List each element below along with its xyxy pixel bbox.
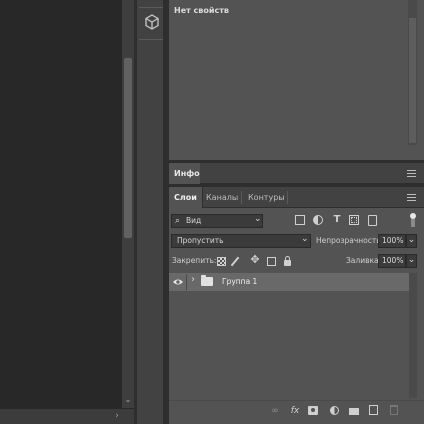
search-icon: ⌕ xyxy=(175,216,181,226)
type-layer-filter-icon[interactable]: T xyxy=(331,214,343,226)
chevron-down-icon: ⌄ xyxy=(301,234,309,244)
tab-channels[interactable]: Каналы xyxy=(201,187,243,208)
panel-menu-icon[interactable] xyxy=(407,194,416,201)
canvas-vertical-scroll-thumb[interactable] xyxy=(124,58,132,238)
adjustment-layer-icon[interactable] xyxy=(330,406,339,415)
opacity-label: Непрозрачность: xyxy=(316,236,384,245)
fill-label: Заливка: xyxy=(346,256,382,265)
panel-menu-icon[interactable] xyxy=(407,170,416,177)
adjustment-layer-filter-icon[interactable] xyxy=(313,215,323,225)
shape-layer-filter-icon[interactable] xyxy=(349,215,359,225)
blend-mode-select[interactable]: Пропустить ⌄ xyxy=(171,234,311,248)
folder-icon xyxy=(201,275,213,286)
eye-icon[interactable] xyxy=(172,277,184,287)
blend-mode-value: Пропустить xyxy=(177,236,224,245)
fill-dropdown-chevron-icon[interactable]: ⌄ xyxy=(406,254,417,268)
chevron-down-icon: ⌄ xyxy=(254,214,262,224)
lock-transparent-pixels-icon[interactable] xyxy=(217,257,226,266)
properties-empty-label: Нет свойств xyxy=(174,6,229,15)
properties-scroll-thumb[interactable] xyxy=(409,18,416,143)
info-panel-header xyxy=(169,163,424,184)
strip-separator xyxy=(139,7,163,8)
opacity-dropdown-chevron-icon[interactable]: ⌄ xyxy=(406,234,417,248)
trash-icon[interactable] xyxy=(390,405,398,415)
tab-layers[interactable]: Слои xyxy=(169,187,203,208)
properties-panel xyxy=(169,0,424,160)
mask-hole xyxy=(311,408,315,412)
layers-scrollbar[interactable] xyxy=(409,273,417,398)
filter-toggle-track[interactable] xyxy=(411,219,415,227)
lock-label: Закрепить: xyxy=(172,256,217,265)
3d-cube-icon[interactable] xyxy=(143,13,161,31)
fx-icon[interactable]: fx xyxy=(288,404,302,418)
pixel-layer-filter-icon[interactable] xyxy=(295,215,305,225)
expand-group-chevron-icon[interactable]: › xyxy=(191,274,195,285)
smart-object-filter-icon[interactable] xyxy=(368,215,377,226)
opacity-input[interactable]: 100% xyxy=(378,234,406,248)
link-layers-icon[interactable]: ∞ xyxy=(268,404,282,418)
lock-position-icon[interactable]: ✥ xyxy=(249,254,261,266)
collapsed-panel-strip xyxy=(137,0,165,424)
tab-separator xyxy=(287,191,288,204)
lock-all-shackle xyxy=(285,256,290,261)
layer-row-divider xyxy=(186,274,187,290)
lock-image-pixels-icon[interactable] xyxy=(230,256,240,267)
tab-info[interactable]: Инфо xyxy=(169,163,200,184)
layer-name[interactable]: Группа 1 xyxy=(222,277,257,286)
tab-separator xyxy=(241,191,242,204)
fill-input[interactable]: 100% xyxy=(378,254,406,268)
layer-filter-value: Вид xyxy=(186,216,202,225)
new-layer-icon[interactable] xyxy=(369,405,378,415)
scroll-down-arrow-icon[interactable]: ⌄ xyxy=(123,395,133,405)
layer-filter-select[interactable]: ⌕ Вид ⌄ xyxy=(171,214,263,228)
document-canvas[interactable] xyxy=(0,0,122,408)
new-group-folder-icon[interactable] xyxy=(349,408,359,415)
scroll-right-arrow-icon[interactable]: › xyxy=(112,409,122,423)
lock-artboard-icon[interactable] xyxy=(267,257,276,266)
strip-separator xyxy=(139,39,163,40)
tab-paths[interactable]: Контуры xyxy=(243,187,290,208)
